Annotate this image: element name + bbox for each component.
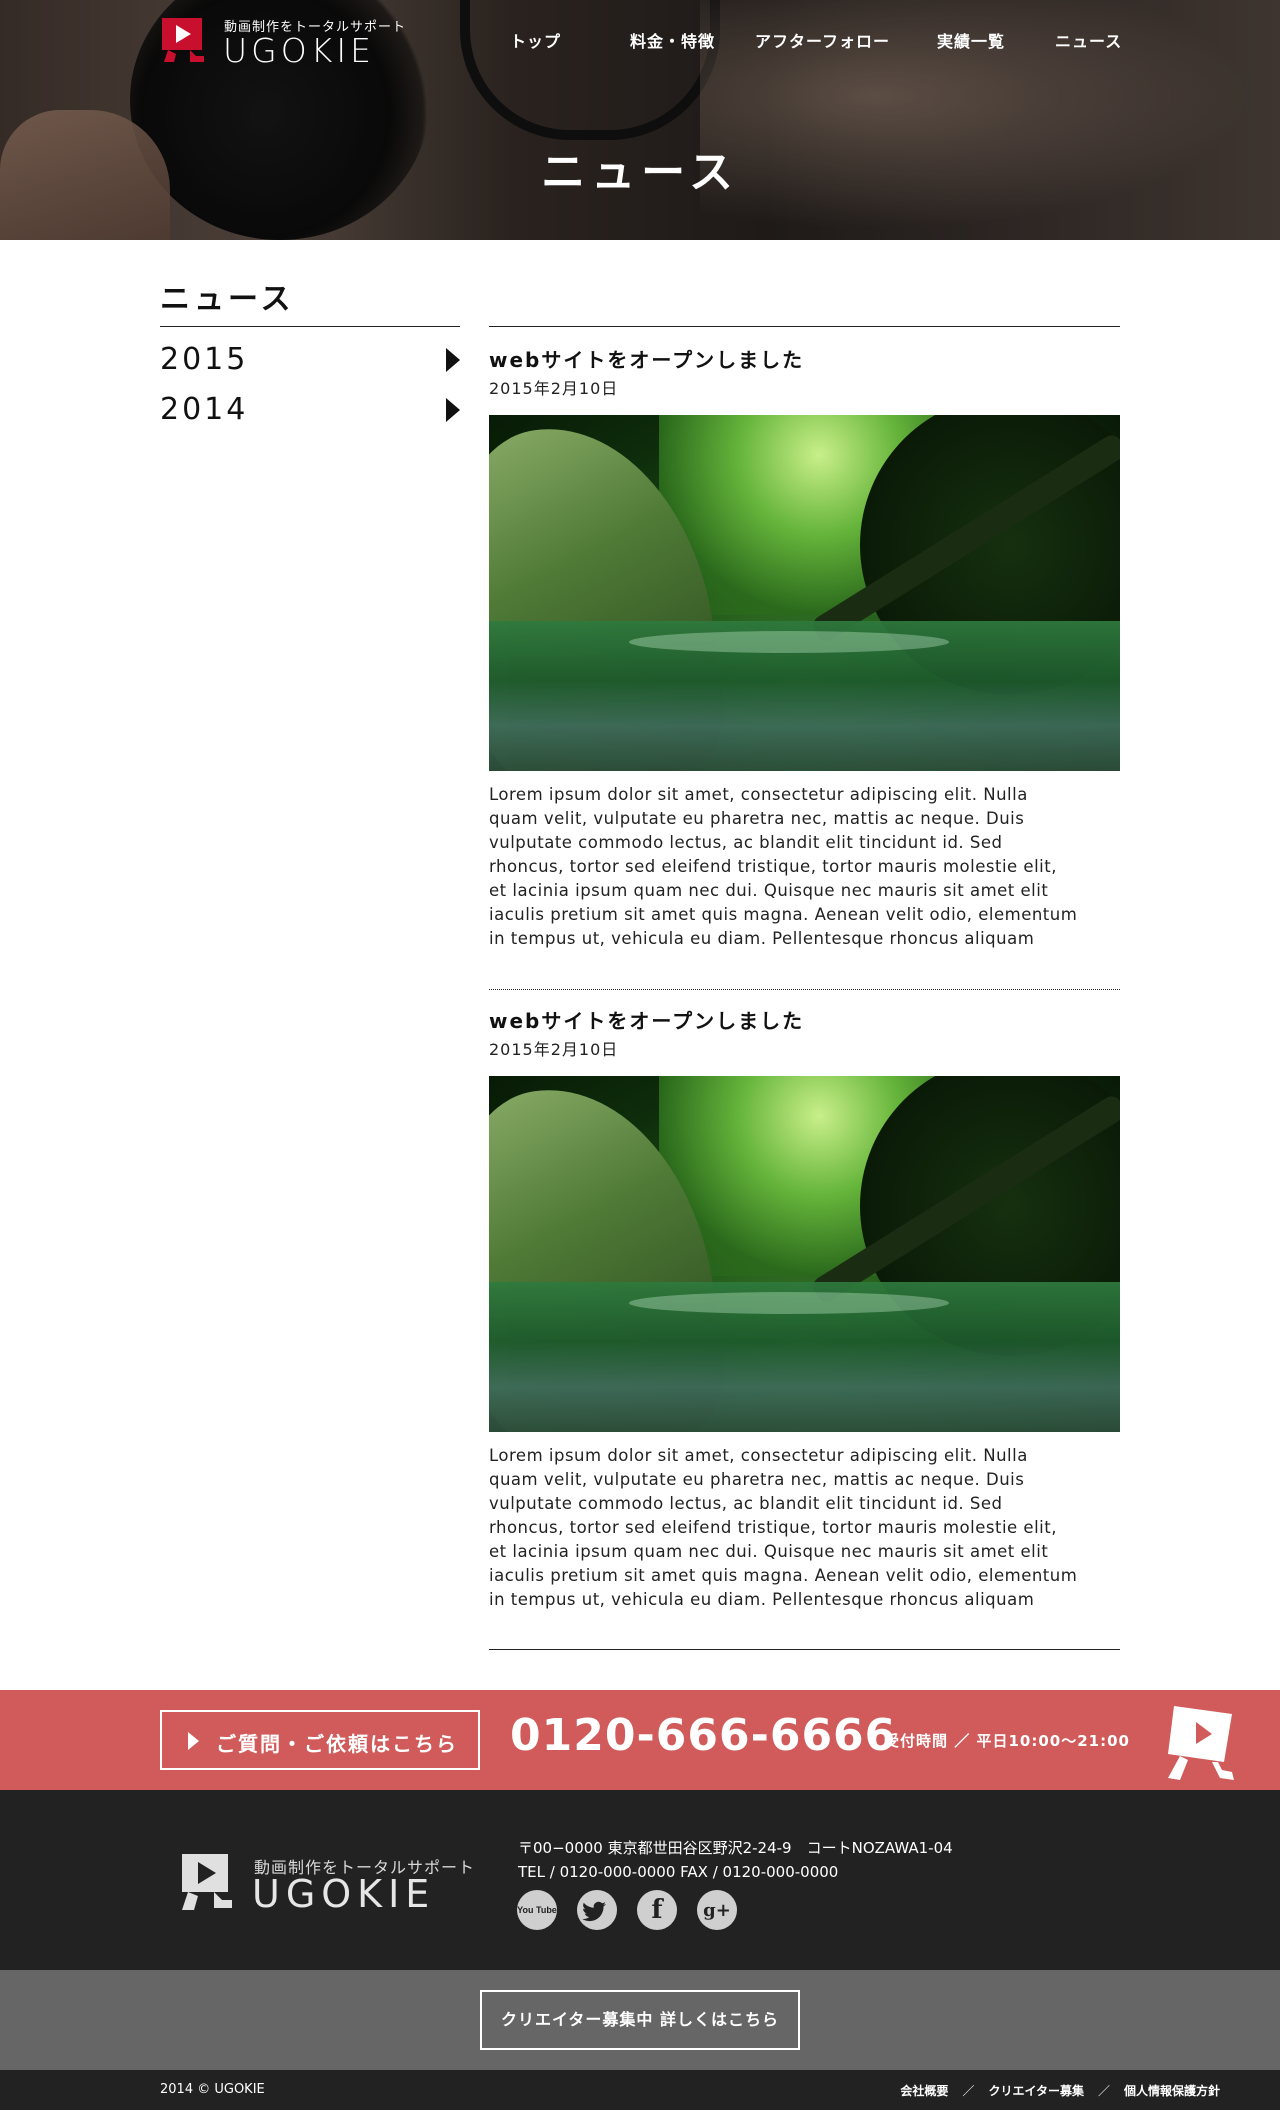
sidebar-year-2014[interactable]: 2014 bbox=[160, 392, 460, 432]
section-title: ニュース bbox=[160, 282, 295, 317]
post-body-line: in tempus ut, vehicula eu diam. Pellente… bbox=[489, 929, 1035, 948]
mascot-icon bbox=[1168, 1706, 1234, 1780]
nav-item-news[interactable]: ニュース bbox=[1055, 28, 1122, 52]
post-body-line: in tempus ut, vehicula eu diam. Pellente… bbox=[489, 1590, 1035, 1609]
youtube-glyph: You Tube bbox=[517, 1904, 557, 1915]
post-body-line: rhoncus, tortor sed eleifend tristique, … bbox=[489, 857, 1057, 876]
post-body-line: rhoncus, tortor sed eleifend tristique, … bbox=[489, 1518, 1057, 1537]
twitter-icon[interactable] bbox=[577, 1890, 617, 1930]
google-plus-glyph: g+ bbox=[703, 1899, 731, 1921]
footer-logo-mascot-icon bbox=[182, 1854, 232, 1910]
hero-title: ニュース bbox=[541, 147, 739, 198]
sidebar-divider bbox=[160, 326, 460, 327]
footer: 動画制作をトータルサポート UGOKIE 〒00−0000 東京都世田谷区野沢2… bbox=[0, 1790, 1280, 1970]
footer-logo[interactable]: 動画制作をトータルサポート UGOKIE bbox=[178, 1850, 478, 1920]
post-divider bbox=[489, 989, 1120, 990]
contact-button[interactable]: ご質問・ご依頼はこちら bbox=[160, 1710, 480, 1770]
link-separator: ／ bbox=[962, 2084, 975, 2098]
post-date: 2015年2月10日 bbox=[489, 379, 619, 398]
address-line: 〒00−0000 東京都世田谷区野沢2-24-9 コートNOZAWA1-04 bbox=[518, 1839, 953, 1857]
company-address: 〒00−0000 東京都世田谷区野沢2-24-9 コートNOZAWA1-04 T… bbox=[518, 1836, 953, 1884]
post-image bbox=[489, 1076, 1120, 1432]
contact-button-label: ご質問・ご依頼はこちら bbox=[216, 1732, 458, 1756]
bottom-bar: 2014 © UGOKIE 会社概要 ／ クリエイター募集 ／ 個人情報保護方針 bbox=[0, 2070, 1280, 2110]
google-plus-icon[interactable]: g+ bbox=[697, 1890, 737, 1930]
arrow-right-icon bbox=[446, 348, 460, 372]
phone-number[interactable]: 0120-666-6666 bbox=[510, 1710, 896, 1761]
post-body-line: quam velit, vulputate eu pharetra nec, m… bbox=[489, 809, 1025, 828]
nav-item-pricing[interactable]: 料金・特徴 bbox=[630, 28, 715, 52]
post-body: Lorem ipsum dolor sit amet, consectetur … bbox=[489, 1444, 1120, 1612]
recruit-band: クリエイター募集中 詳しくはこちら bbox=[0, 1970, 1280, 2070]
main-nav: トップ 料金・特徴 アフターフォロー 実績一覧 ニュース bbox=[0, 28, 1280, 52]
post-body-line: et lacinia ipsum quam nec dui. Quisque n… bbox=[489, 881, 1049, 900]
posts-bottom-divider bbox=[489, 1649, 1120, 1650]
post-body-line: Lorem ipsum dolor sit amet, consectetur … bbox=[489, 1446, 1028, 1465]
nav-item-after-follow[interactable]: アフターフォロー bbox=[755, 28, 890, 52]
post-body-line: iaculis pretium sit amet quis magna. Aen… bbox=[489, 1566, 1078, 1585]
facebook-glyph: f bbox=[651, 1895, 663, 1925]
twitter-bird-icon bbox=[582, 1901, 606, 1922]
footer-link-company[interactable]: 会社概要 bbox=[900, 2084, 948, 2098]
post-body-line: iaculis pretium sit amet quis magna. Aen… bbox=[489, 905, 1078, 924]
footer-link-privacy[interactable]: 個人情報保護方針 bbox=[1124, 2084, 1220, 2098]
hero-header: 動画制作をトータルサポート UGOKIE トップ 料金・特徴 アフターフォロー … bbox=[0, 0, 1280, 240]
arrow-right-icon bbox=[446, 398, 460, 422]
footer-links: 会社概要 ／ クリエイター募集 ／ 個人情報保護方針 bbox=[900, 2082, 1220, 2099]
youtube-icon[interactable]: You Tube bbox=[517, 1890, 557, 1930]
post-body-line: quam velit, vulputate eu pharetra nec, m… bbox=[489, 1470, 1025, 1489]
year-label: 2014 bbox=[160, 392, 249, 427]
footer-link-recruit[interactable]: クリエイター募集 bbox=[988, 2084, 1084, 2098]
nav-item-top[interactable]: トップ bbox=[510, 28, 561, 52]
link-separator: ／ bbox=[1097, 2084, 1110, 2098]
post-date: 2015年2月10日 bbox=[489, 1040, 619, 1059]
nav-item-works[interactable]: 実績一覧 bbox=[937, 28, 1005, 52]
copyright: 2014 © UGOKIE bbox=[160, 2082, 265, 2097]
post-body-line: et lacinia ipsum quam nec dui. Quisque n… bbox=[489, 1542, 1049, 1561]
post-title[interactable]: webサイトをオープンしました bbox=[489, 1005, 804, 1034]
posts-top-divider bbox=[489, 326, 1120, 327]
tel-fax-line: TEL / 0120-000-0000 FAX / 0120-000-0000 bbox=[518, 1863, 839, 1881]
play-triangle-icon bbox=[188, 1732, 199, 1750]
post-title[interactable]: webサイトをオープンしました bbox=[489, 344, 804, 373]
post-body-line: vulputate commodo lectus, ac blandit eli… bbox=[489, 833, 1003, 852]
facebook-icon[interactable]: f bbox=[637, 1890, 677, 1930]
contact-band: ご質問・ご依頼はこちら 0120-666-6666 受付時間 ／ 平日10:00… bbox=[0, 1690, 1280, 1790]
sidebar-year-2015[interactable]: 2015 bbox=[160, 342, 460, 382]
post-body-line: Lorem ipsum dolor sit amet, consectetur … bbox=[489, 785, 1028, 804]
post-body: Lorem ipsum dolor sit amet, consectetur … bbox=[489, 783, 1120, 951]
post-image bbox=[489, 415, 1120, 771]
year-label: 2015 bbox=[160, 342, 249, 377]
post-body-line: vulputate commodo lectus, ac blandit eli… bbox=[489, 1494, 1003, 1513]
recruit-button[interactable]: クリエイター募集中 詳しくはこちら bbox=[480, 1990, 800, 2050]
footer-logo-wordmark: UGOKIE bbox=[252, 1872, 436, 1916]
business-hours: 受付時間 ／ 平日10:00～21:00 bbox=[884, 1732, 1130, 1750]
